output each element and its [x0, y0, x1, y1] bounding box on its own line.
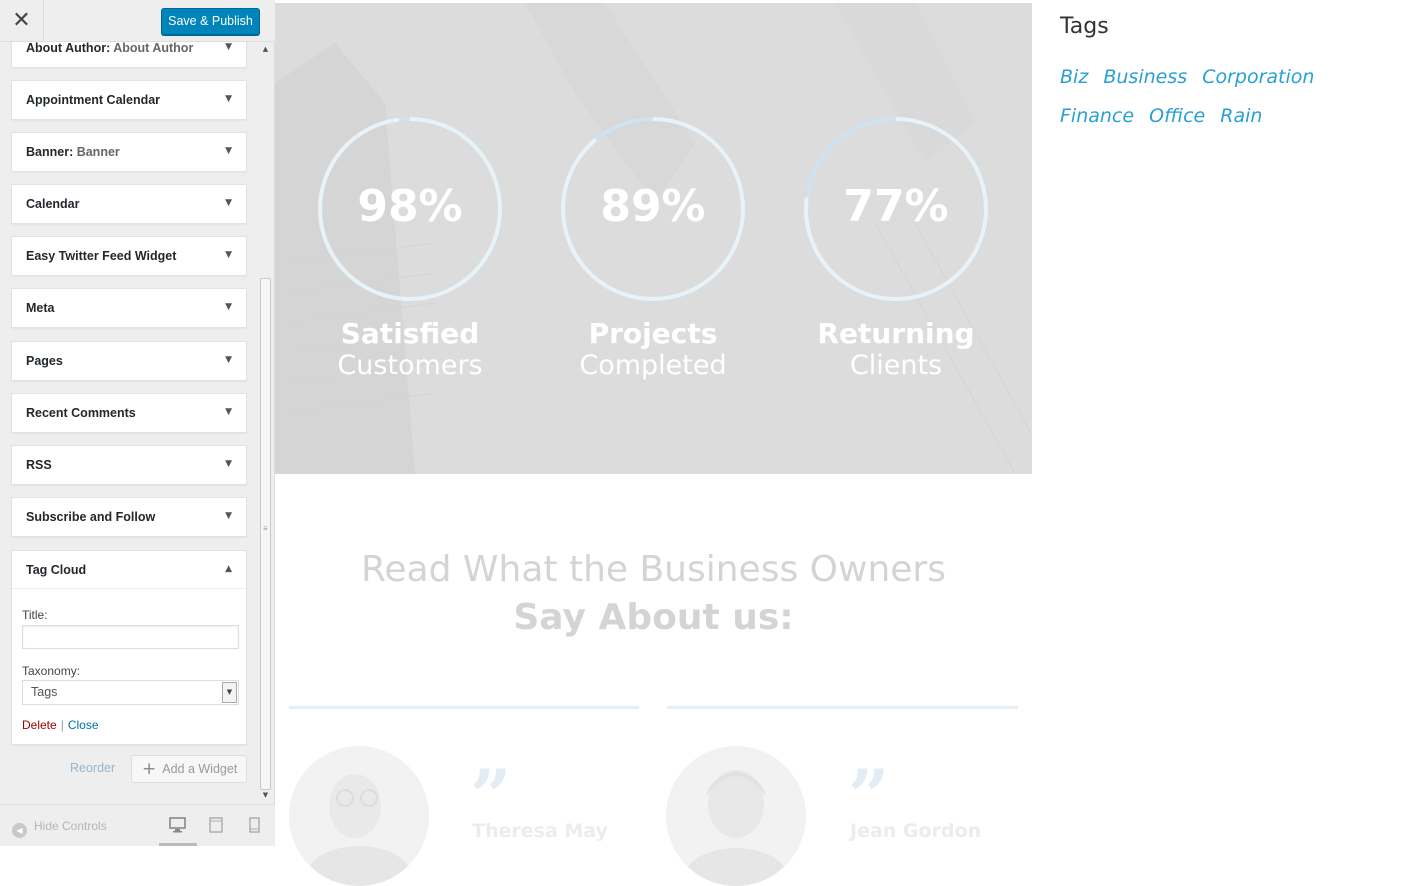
- widget-label: Easy Twitter Feed Widget: [26, 249, 177, 263]
- widgets-list: About Author: About Author ▼ Appointment …: [0, 42, 258, 802]
- widget-actions: Delete | Close: [22, 718, 99, 732]
- widget-label: Recent Comments: [26, 406, 136, 420]
- panel-header: ✕ Save & Publish: [0, 0, 275, 42]
- widget-sublabel: About Author: [110, 42, 194, 55]
- widget-rss[interactable]: RSS ▼: [11, 445, 247, 485]
- widget-label: Appointment Calendar: [26, 93, 161, 107]
- stat-item: 77% Returning Clients: [776, 3, 1016, 403]
- add-widget-label: Add a Widget: [162, 762, 238, 776]
- widget-banner[interactable]: Banner: Banner ▼: [11, 132, 247, 172]
- widget-tag-cloud-header[interactable]: Tag Cloud ▲: [12, 551, 246, 589]
- avatar: [289, 746, 429, 886]
- caret-down-icon[interactable]: ▼: [225, 394, 232, 432]
- stat-label-bold: Satisfied: [340, 317, 480, 350]
- avatar: [666, 746, 806, 886]
- widget-label: Subscribe and Follow: [26, 510, 156, 524]
- close-icon[interactable]: ✕: [0, 0, 44, 42]
- widget-sublabel: Banner: [73, 145, 120, 159]
- scroll-up-icon[interactable]: ▲: [258, 42, 273, 57]
- widget-subscribe-follow[interactable]: Subscribe and Follow ▼: [11, 497, 247, 537]
- tag-link[interactable]: Biz: [1060, 66, 1088, 88]
- testimonials-heading: Read What the Business Owners: [361, 549, 946, 590]
- collapse-icon: ◀: [12, 823, 27, 838]
- close-link[interactable]: Close: [68, 718, 99, 732]
- stat-label: Customers: [337, 350, 483, 381]
- caret-down-icon[interactable]: ▼: [225, 185, 232, 223]
- caret-down-icon[interactable]: ▼: [225, 42, 232, 67]
- tag-cloud: Biz Business Corporation Finance Office …: [1060, 58, 1410, 136]
- title-label: Title:: [22, 608, 48, 622]
- widget-tag-cloud: Tag Cloud ▲ Title: Taxonomy: Tags ▼ Delet…: [11, 550, 247, 745]
- panel-footer: ◀ Hide Controls: [0, 804, 275, 846]
- tag-link[interactable]: Finance: [1060, 105, 1134, 127]
- widget-label: Banner:: [26, 145, 74, 159]
- stat-label: Completed: [579, 350, 727, 381]
- taxonomy-label: Taxonomy:: [22, 664, 81, 678]
- tag-link[interactable]: Rain: [1220, 105, 1262, 127]
- testimonials-subheading: Say About us:: [513, 597, 794, 638]
- stat-item: 98% Satisfied Customers: [290, 3, 530, 403]
- caret-down-icon[interactable]: ▼: [225, 289, 232, 327]
- testimonial-name: Theresa May: [472, 820, 608, 842]
- caret-down-icon[interactable]: ▼: [225, 498, 232, 536]
- caret-down-icon[interactable]: ▼: [225, 237, 232, 275]
- widget-recent-comments[interactable]: Recent Comments ▼: [11, 393, 247, 433]
- mobile-preview-icon[interactable]: [249, 817, 260, 833]
- widget-calendar[interactable]: Calendar ▼: [11, 184, 247, 224]
- stats-section: 98% Satisfied Customers 89% Projects Com…: [275, 3, 1032, 474]
- save-publish-button[interactable]: Save & Publish: [161, 8, 260, 35]
- caret-down-icon[interactable]: ▼: [225, 133, 232, 171]
- stat-value: 89%: [600, 181, 706, 232]
- divider: [289, 706, 639, 709]
- tag-link[interactable]: Office: [1149, 105, 1205, 127]
- caret-down-icon[interactable]: ▼: [225, 81, 232, 119]
- separator: |: [60, 718, 64, 732]
- tablet-preview-icon[interactable]: [209, 817, 223, 833]
- scroll-down-icon[interactable]: ▼: [258, 788, 273, 803]
- reorder-link[interactable]: Reorder: [70, 761, 115, 775]
- chevron-down-icon[interactable]: ▼: [222, 682, 237, 703]
- widget-label: Calendar: [26, 197, 80, 211]
- widget-about-author[interactable]: About Author: About Author ▼: [11, 42, 247, 68]
- scrollbar-thumb[interactable]: ≡: [260, 278, 271, 790]
- stat-label-bold: Projects: [588, 317, 718, 350]
- panel-scrollbar[interactable]: ▲ ≡ ▼: [258, 42, 273, 804]
- stat-value: 98%: [357, 181, 463, 232]
- testimonial-name: Jean Gordon: [850, 820, 982, 842]
- widget-label: Pages: [26, 354, 63, 368]
- delete-link[interactable]: Delete: [22, 718, 57, 732]
- tag-link[interactable]: Business: [1103, 66, 1187, 88]
- plus-icon: +: [142, 759, 157, 779]
- widget-easy-twitter-feed[interactable]: Easy Twitter Feed Widget ▼: [11, 236, 247, 276]
- divider: [667, 706, 1018, 709]
- taxonomy-selected-value: Tags: [31, 685, 58, 699]
- stat-item: 89% Projects Completed: [533, 3, 773, 403]
- taxonomy-select[interactable]: Tags ▼: [22, 680, 239, 705]
- widget-label: Tag Cloud: [26, 563, 87, 577]
- hide-controls-label: Hide Controls: [34, 819, 107, 833]
- widget-label: About Author:: [26, 42, 111, 55]
- hide-controls-button[interactable]: ◀ Hide Controls: [12, 819, 107, 838]
- tag-link[interactable]: Corporation: [1202, 66, 1314, 88]
- widget-label: RSS: [26, 458, 52, 472]
- stat-value: 77%: [843, 181, 949, 232]
- stat-label: Clients: [849, 350, 943, 381]
- customizer-panel: ✕ Save & Publish About Author: About Aut…: [0, 0, 275, 846]
- caret-up-icon[interactable]: ▲: [225, 551, 232, 589]
- widget-meta[interactable]: Meta ▼: [11, 288, 247, 328]
- desktop-preview-icon[interactable]: [169, 817, 186, 833]
- widget-pages[interactable]: Pages ▼: [11, 341, 247, 381]
- widget-appointment-calendar[interactable]: Appointment Calendar ▼: [11, 80, 247, 120]
- title-input[interactable]: [22, 625, 239, 649]
- tags-widget-title: Tags: [1060, 14, 1109, 39]
- grip-icon: ≡: [263, 524, 268, 533]
- caret-down-icon[interactable]: ▼: [225, 342, 232, 380]
- add-widget-button[interactable]: + Add a Widget: [131, 755, 247, 783]
- caret-down-icon[interactable]: ▼: [225, 446, 232, 484]
- stat-label-bold: Returning: [817, 317, 975, 350]
- widget-label: Meta: [26, 301, 55, 315]
